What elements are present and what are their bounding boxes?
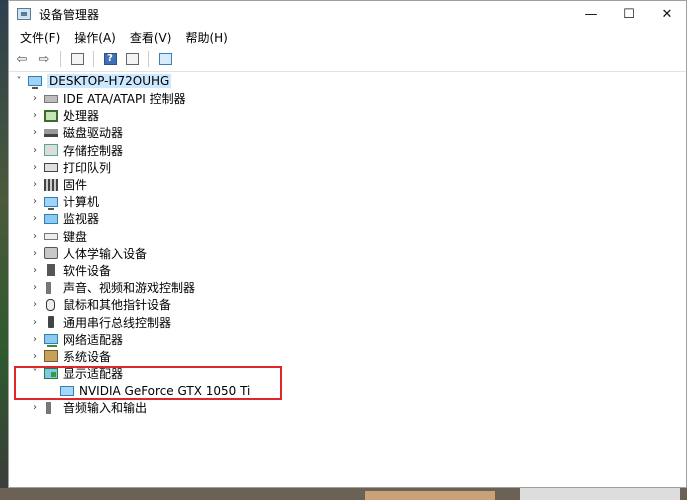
- scan-hardware-button[interactable]: [156, 50, 174, 68]
- menu-file[interactable]: 文件(F): [13, 29, 67, 46]
- chevron-right-icon[interactable]: ›: [30, 299, 40, 310]
- tree-item-label: IDE ATA/ATAPI 控制器: [63, 92, 186, 107]
- tree-item-label: 通用串行总线控制器: [63, 315, 172, 330]
- chevron-right-icon[interactable]: ›: [30, 179, 40, 190]
- chevron-right-icon[interactable]: ›: [30, 110, 40, 121]
- tree-item-label: 存储控制器: [63, 143, 124, 158]
- forward-arrow-icon[interactable]: ⇨: [35, 50, 53, 68]
- monitor-icon: [44, 213, 58, 224]
- chevron-right-icon[interactable]: ›: [30, 351, 40, 362]
- tree-item-monitor[interactable]: › 监视器: [8, 210, 685, 227]
- tree-item-label: 处理器: [63, 109, 100, 124]
- tree-item-label: 固件: [63, 178, 88, 193]
- tree-item-label: 声音、视频和游戏控制器: [63, 281, 196, 296]
- maximize-button[interactable]: ☐: [610, 1, 648, 27]
- tree-item-disk[interactable]: › 磁盘驱动器: [8, 124, 685, 141]
- tree-item-usb[interactable]: › 通用串行总线控制器: [8, 313, 685, 330]
- printer-icon: [44, 162, 58, 172]
- tree-item-ide[interactable]: › IDE ATA/ATAPI 控制器: [8, 90, 685, 107]
- root-label: DESKTOP-H72OUHG: [47, 74, 172, 88]
- chevron-right-icon[interactable]: ›: [30, 317, 40, 328]
- keyboard-icon: [44, 232, 58, 240]
- mouse-icon: [46, 298, 55, 311]
- tree-item-firmware[interactable]: › 固件: [8, 176, 685, 193]
- chevron-right-icon[interactable]: ›: [30, 127, 40, 138]
- tree-item-label: 鼠标和其他指针设备: [63, 298, 172, 313]
- usb-icon: [48, 316, 54, 329]
- tree-item-keyboard[interactable]: › 键盘: [8, 228, 685, 245]
- title-bar[interactable]: 设备管理器 — ☐ ✕: [9, 1, 686, 27]
- menu-help[interactable]: 帮助(H): [178, 29, 234, 46]
- ide-controller-icon: [44, 94, 58, 103]
- tree-item-label: 软件设备: [63, 263, 112, 278]
- toolbar: ⇦ ⇨ ?: [9, 47, 686, 72]
- chevron-right-icon[interactable]: ›: [30, 145, 40, 156]
- tree-item-label: 人体学输入设备: [63, 246, 148, 261]
- chevron-right-icon[interactable]: ›: [30, 402, 40, 413]
- menu-view[interactable]: 查看(V): [123, 29, 179, 46]
- tree-item-mouse[interactable]: › 鼠标和其他指针设备: [8, 296, 685, 313]
- chevron-down-icon[interactable]: ˅: [14, 76, 24, 87]
- list-view-icon: [125, 53, 139, 65]
- close-button[interactable]: ✕: [648, 1, 686, 27]
- minimize-button[interactable]: —: [572, 1, 610, 27]
- hid-icon: [44, 247, 58, 260]
- system-device-icon: [44, 350, 58, 363]
- tree-item-processor[interactable]: › 处理器: [8, 107, 685, 124]
- computer-icon: [44, 196, 58, 210]
- chevron-right-icon[interactable]: ›: [30, 93, 40, 104]
- tree-item-print-queue[interactable]: › 打印队列: [8, 159, 685, 176]
- processor-icon: [44, 109, 58, 122]
- window-title: 设备管理器: [39, 7, 100, 22]
- tree-item-computer[interactable]: › 计算机: [8, 193, 685, 210]
- properties-icon: [70, 53, 84, 65]
- tree-item-audio-video[interactable]: › 声音、视频和游戏控制器: [8, 279, 685, 296]
- tree-item-label: 磁盘驱动器: [63, 126, 124, 141]
- menu-bar: 文件(F) 操作(A) 查看(V) 帮助(H): [9, 27, 686, 47]
- chevron-right-icon[interactable]: ›: [30, 248, 40, 259]
- tree-item-label: 计算机: [63, 195, 100, 210]
- device-tree: ˅ DESKTOP-H72OUHG › IDE ATA/ATAPI 控制器 › …: [8, 72, 685, 417]
- back-arrow-icon[interactable]: ⇦: [13, 50, 31, 68]
- tree-item-label: 系统设备: [63, 349, 112, 364]
- chevron-right-icon[interactable]: ›: [30, 196, 40, 207]
- device-manager-icon: [17, 8, 31, 20]
- menu-action[interactable]: 操作(A): [67, 29, 123, 46]
- annotation-highlight-box: [14, 366, 282, 400]
- chevron-right-icon[interactable]: ›: [30, 282, 40, 293]
- desktop-background-left: [0, 0, 8, 500]
- tree-item-audio-io[interactable]: › 音频输入和输出: [8, 399, 685, 416]
- chevron-right-icon[interactable]: ›: [30, 213, 40, 224]
- storage-controller-icon: [44, 144, 58, 157]
- network-adapter-icon: [44, 334, 58, 348]
- disk-drive-icon: [44, 128, 58, 137]
- tree-item-label: 监视器: [63, 212, 100, 227]
- help-icon: ?: [103, 53, 117, 65]
- help-button[interactable]: ?: [101, 50, 119, 68]
- list-view-button[interactable]: [123, 50, 141, 68]
- tree-item-label: 键盘: [63, 229, 88, 244]
- software-device-icon: [47, 264, 55, 277]
- tree-item-software-device[interactable]: › 软件设备: [8, 262, 685, 279]
- chevron-right-icon[interactable]: ›: [30, 231, 40, 242]
- chevron-right-icon[interactable]: ›: [30, 265, 40, 276]
- chevron-right-icon[interactable]: ›: [30, 334, 40, 345]
- tree-item-system[interactable]: › 系统设备: [8, 348, 685, 365]
- audio-io-icon: [46, 401, 56, 414]
- tree-root[interactable]: ˅ DESKTOP-H72OUHG: [8, 72, 685, 90]
- tree-item-network[interactable]: › 网络适配器: [8, 331, 685, 348]
- tree-item-label: 打印队列: [63, 160, 112, 175]
- monitor-scan-icon: [158, 53, 172, 65]
- tree-item-label: 网络适配器: [63, 332, 124, 347]
- firmware-icon: [44, 178, 58, 191]
- chevron-right-icon[interactable]: ›: [30, 162, 40, 173]
- properties-button[interactable]: [68, 50, 86, 68]
- tree-item-hid[interactable]: › 人体学输入设备: [8, 245, 685, 262]
- computer-icon: [28, 76, 42, 89]
- tree-item-storage[interactable]: › 存储控制器: [8, 142, 685, 159]
- desktop-background-bottom: [0, 488, 687, 500]
- tree-item-label: 音频输入和输出: [63, 401, 148, 416]
- audio-icon: [46, 281, 56, 294]
